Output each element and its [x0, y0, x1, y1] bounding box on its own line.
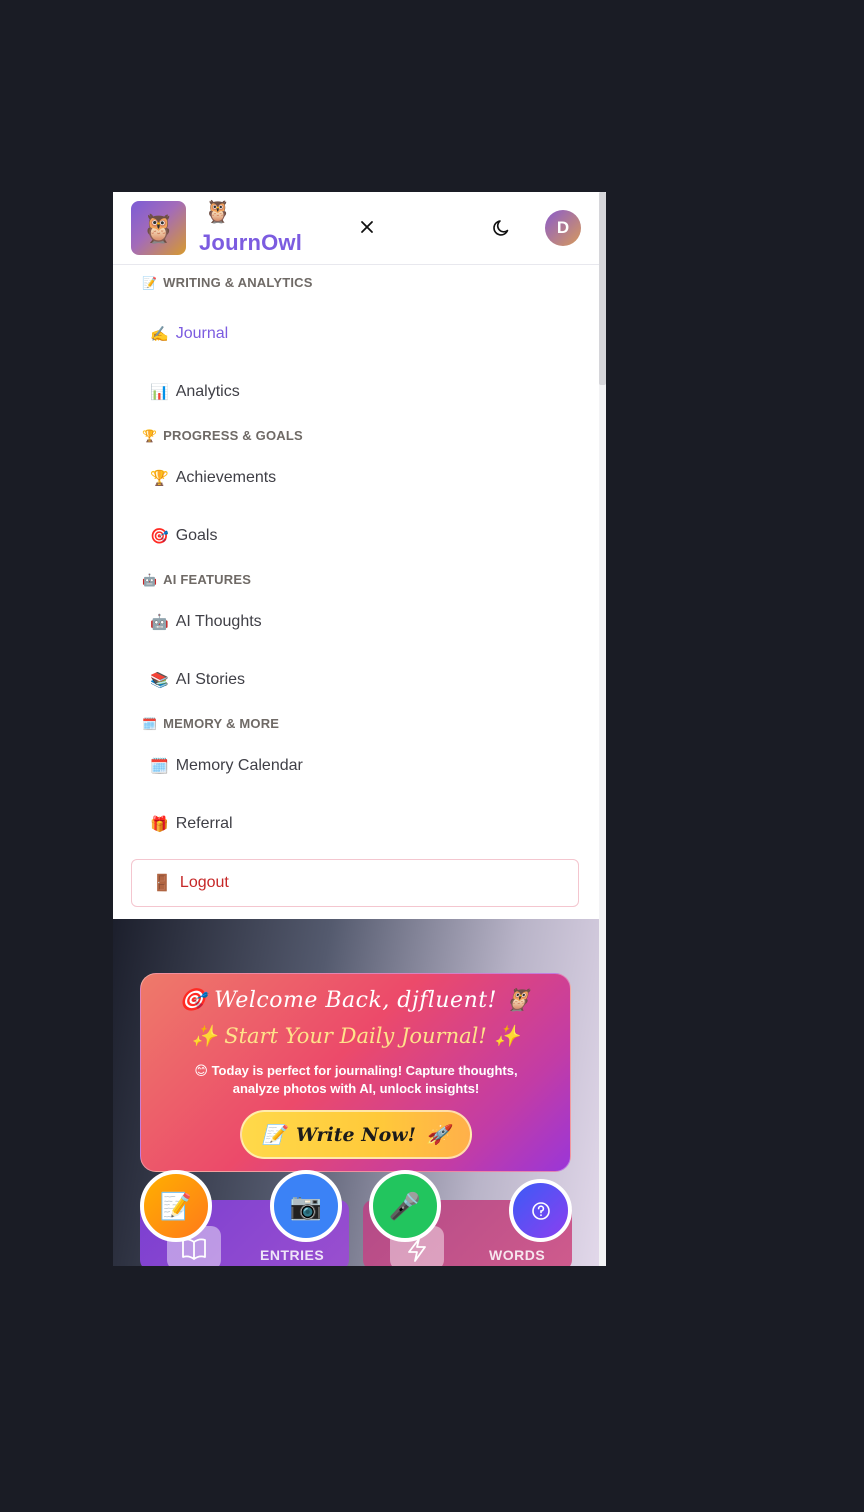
section-title: AI FEATURES — [163, 572, 252, 587]
section-title: PROGRESS & GOALS — [163, 428, 303, 443]
memo-icon: 📝 — [159, 1190, 193, 1221]
menu-item-label: Analytics — [175, 383, 240, 400]
theme-toggle-button[interactable] — [492, 218, 512, 238]
target-icon: 🎯 — [150, 528, 169, 545]
brand-name: JournOwl — [199, 230, 303, 255]
menu-item-label: Goals — [175, 527, 218, 544]
section-ai-features: 🤖 AI FEATURES — [142, 572, 251, 587]
welcome-text: Welcome Back, djfluent! — [214, 988, 497, 1013]
trophy-icon: 🏆 — [150, 470, 169, 487]
menu-item-label: Achievements — [175, 469, 277, 486]
voice-record-button[interactable]: 🎤 — [369, 1170, 441, 1242]
menu-item-label: Journal — [175, 325, 229, 342]
menu-item-referral[interactable]: 🎁 Referral — [150, 812, 233, 836]
write-now-button[interactable]: 📝 Write Now! 🚀 — [240, 1110, 472, 1159]
owl-icon: 🦉 — [504, 988, 533, 1013]
menu-item-label: Memory Calendar — [175, 757, 303, 774]
menu-item-label: AI Stories — [175, 671, 246, 688]
door-icon: 🚪 — [152, 875, 172, 892]
start-journal-heading: ✨ Start Your Daily Journal! ✨ — [141, 1024, 570, 1049]
words-label: WORDS — [489, 1247, 546, 1263]
trophy-icon: 🏆 — [142, 428, 158, 443]
robot-icon: 🤖 — [142, 572, 158, 587]
question-circle-icon — [531, 1201, 550, 1220]
gift-icon: 🎁 — [150, 816, 169, 833]
close-menu-button[interactable] — [356, 216, 378, 238]
camera-icon: 📷 — [289, 1190, 323, 1221]
section-title: WRITING & ANALYTICS — [163, 275, 313, 290]
app-logo[interactable]: 🦉 — [131, 201, 186, 255]
section-memory-more: 🗓️ MEMORY & MORE — [142, 716, 279, 731]
scrollbar-thumb[interactable] — [599, 192, 606, 385]
owl-icon: 🦉 — [141, 212, 176, 244]
moon-icon — [493, 220, 509, 236]
user-avatar[interactable]: D — [545, 210, 581, 246]
start-journal-text: Start Your Daily Journal! — [224, 1024, 487, 1048]
microphone-icon: 🎤 — [388, 1190, 422, 1221]
close-icon — [361, 221, 373, 233]
photo-analysis-button[interactable]: 📷 — [270, 1170, 342, 1242]
section-progress-goals: 🏆 PROGRESS & GOALS — [142, 428, 303, 443]
welcome-hero-card: 🎯 Welcome Back, djfluent! 🦉 ✨ Start Your… — [140, 973, 571, 1172]
sparkles-icon: ✨ — [493, 1024, 520, 1048]
logout-label: Logout — [179, 874, 229, 891]
menu-header: 🦉 🦉 JournOwl D — [113, 192, 599, 265]
logout-button[interactable]: 🚪 Logout — [131, 859, 579, 907]
menu-item-memory-calendar[interactable]: 🗓️ Memory Calendar — [150, 754, 303, 778]
target-icon: 🎯 — [178, 988, 207, 1013]
calendar-icon: 🗓️ — [150, 758, 169, 775]
sparkles-icon: ✨ — [191, 1024, 218, 1048]
section-title: MEMORY & MORE — [163, 716, 280, 731]
hero-description: 😊 Today is perfect for journaling! Captu… — [194, 1063, 518, 1096]
robot-icon: 🤖 — [150, 614, 169, 631]
bar-chart-icon: 📊 — [150, 384, 169, 401]
entries-label: ENTRIES — [260, 1247, 325, 1263]
rocket-icon: 🚀 — [425, 1124, 450, 1146]
brand-owl-icon: 🦉 — [204, 199, 232, 224]
help-button[interactable] — [509, 1179, 572, 1242]
app-window: 🦉 🦉 JournOwl D 📝 WRITING & ANALYTICS ✍️ … — [113, 192, 606, 1266]
write-now-label: Write Now! — [296, 1123, 416, 1146]
menu-item-goals[interactable]: 🎯 Goals — [150, 524, 217, 548]
welcome-heading: 🎯 Welcome Back, djfluent! 🦉 — [141, 988, 570, 1013]
menu-item-analytics[interactable]: 📊 Analytics — [150, 380, 240, 404]
menu-item-label: AI Thoughts — [175, 613, 262, 630]
writing-hand-icon: ✍️ — [150, 326, 169, 343]
book-icon — [182, 1238, 206, 1260]
memo-icon: 📝 — [262, 1124, 287, 1146]
menu-item-ai-stories[interactable]: 📚 AI Stories — [150, 668, 245, 692]
menu-item-achievements[interactable]: 🏆 Achievements — [150, 466, 276, 490]
section-writing-analytics: 📝 WRITING & ANALYTICS — [142, 275, 313, 290]
calendar-icon: 🗓️ — [142, 716, 158, 731]
menu-item-ai-thoughts[interactable]: 🤖 AI Thoughts — [150, 610, 262, 634]
menu-item-label: Referral — [175, 815, 233, 832]
menu-item-journal[interactable]: ✍️ Journal — [150, 322, 228, 346]
books-icon: 📚 — [150, 672, 169, 689]
quick-write-button[interactable]: 📝 — [140, 1170, 212, 1242]
memo-icon: 📝 — [142, 275, 158, 290]
